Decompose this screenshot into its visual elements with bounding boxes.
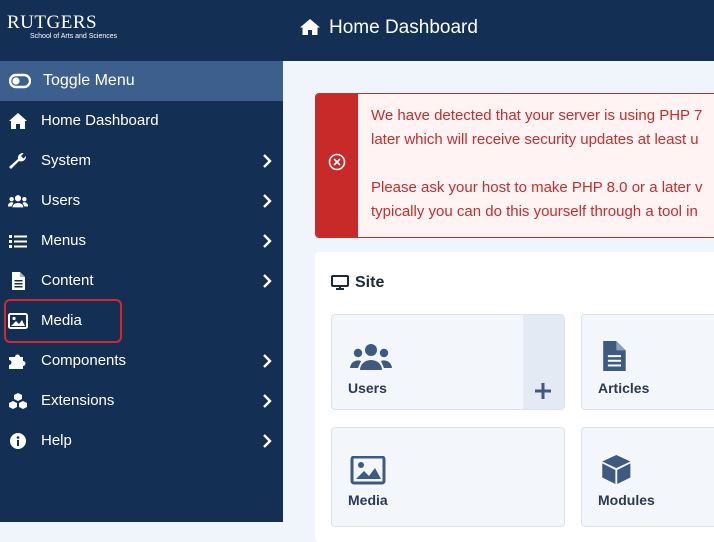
alert-line: typically you can do this yourself throu…: [371, 203, 698, 220]
alert-gap: [371, 152, 714, 176]
sidebar-item-label: Help: [41, 432, 72, 449]
alert-line: later which will receive security update…: [371, 131, 699, 148]
sidebar-item-extensions[interactable]: Extensions: [0, 381, 283, 421]
logo-name: RUTGERS: [7, 12, 98, 33]
toggle-menu-button[interactable]: Toggle Menu: [0, 61, 283, 101]
chevron-right-icon: [263, 234, 272, 248]
home-icon: [300, 19, 320, 35]
sidebar-item-label: Content: [41, 272, 94, 289]
site-panel-title: Site: [355, 274, 385, 291]
site-panel-header: Site: [331, 274, 384, 292]
sidebar-menu: Home Dashboard System Users Menus Conten…: [0, 101, 283, 461]
sidebar-item-label: Components: [41, 352, 127, 369]
php-warning-alert: We have detected that your server is usi…: [315, 93, 714, 238]
alert-line: Please ask your host to make PHP 8.0 or …: [371, 179, 703, 196]
modules-tile[interactable]: Modules: [581, 427, 714, 527]
chevron-right-icon: [263, 394, 272, 408]
plus-icon: [535, 383, 551, 399]
chevron-right-icon: [263, 434, 272, 448]
users-icon: [8, 195, 28, 208]
sidebar-item-label: Users: [41, 192, 81, 209]
sidebar-item-label: Extensions: [41, 392, 115, 409]
tile-label: Articles: [598, 380, 650, 396]
home-icon: [9, 113, 27, 129]
chevron-right-icon: [263, 194, 272, 208]
sidebar-item-help[interactable]: Help: [0, 421, 283, 461]
page-header: Home Dashboard: [283, 0, 714, 61]
monitor-icon: [331, 275, 349, 290]
file-icon: [12, 272, 25, 290]
users-icon: [350, 344, 392, 370]
sidebar-item-system[interactable]: System: [0, 141, 283, 181]
sidebar: RUTGERS School of Arts and Sciences Togg…: [0, 0, 283, 522]
sidebar-item-components[interactable]: Components: [0, 341, 283, 381]
cube-icon: [602, 454, 631, 484]
chevron-right-icon: [263, 274, 272, 288]
logo-subtitle: School of Arts and Sciences: [30, 33, 118, 40]
sidebar-item-menus[interactable]: Menus: [0, 221, 283, 261]
sidebar-item-content[interactable]: Content: [0, 261, 283, 301]
file-icon: [603, 341, 626, 371]
list-icon: [9, 235, 27, 248]
toggle-menu-label: Toggle Menu: [43, 72, 135, 89]
chevron-right-icon: [263, 154, 272, 168]
sidebar-item-label: Home Dashboard: [41, 112, 159, 129]
users-tile[interactable]: Users: [331, 314, 565, 410]
tile-label: Users: [348, 380, 387, 396]
sidebar-item-users[interactable]: Users: [0, 181, 283, 221]
page-title: Home Dashboard: [329, 17, 478, 38]
tile-label: Media: [348, 492, 388, 508]
alert-side-bar: [316, 94, 358, 237]
close-circle-icon[interactable]: [328, 153, 346, 171]
cubes-icon: [9, 393, 27, 409]
wrench-icon: [9, 152, 27, 169]
chevron-right-icon: [263, 354, 272, 368]
tile-label: Modules: [598, 492, 655, 508]
info-icon: [10, 433, 26, 449]
media-tile[interactable]: Media: [331, 427, 565, 527]
media-highlight-annotation: [4, 299, 122, 343]
toggle-switch-icon: [9, 73, 31, 89]
puzzle-icon: [9, 354, 26, 369]
alert-message: We have detected that your server is usi…: [371, 104, 714, 224]
image-icon: [350, 456, 386, 485]
add-user-button[interactable]: [523, 315, 564, 409]
sidebar-item-label: Menus: [41, 232, 87, 249]
articles-tile[interactable]: Articles: [581, 314, 714, 410]
logo[interactable]: RUTGERS School of Arts and Sciences: [0, 0, 283, 61]
sidebar-item-label: System: [41, 152, 92, 169]
sidebar-item-home-dashboard[interactable]: Home Dashboard: [0, 101, 283, 141]
alert-line: We have detected that your server is usi…: [371, 107, 703, 124]
